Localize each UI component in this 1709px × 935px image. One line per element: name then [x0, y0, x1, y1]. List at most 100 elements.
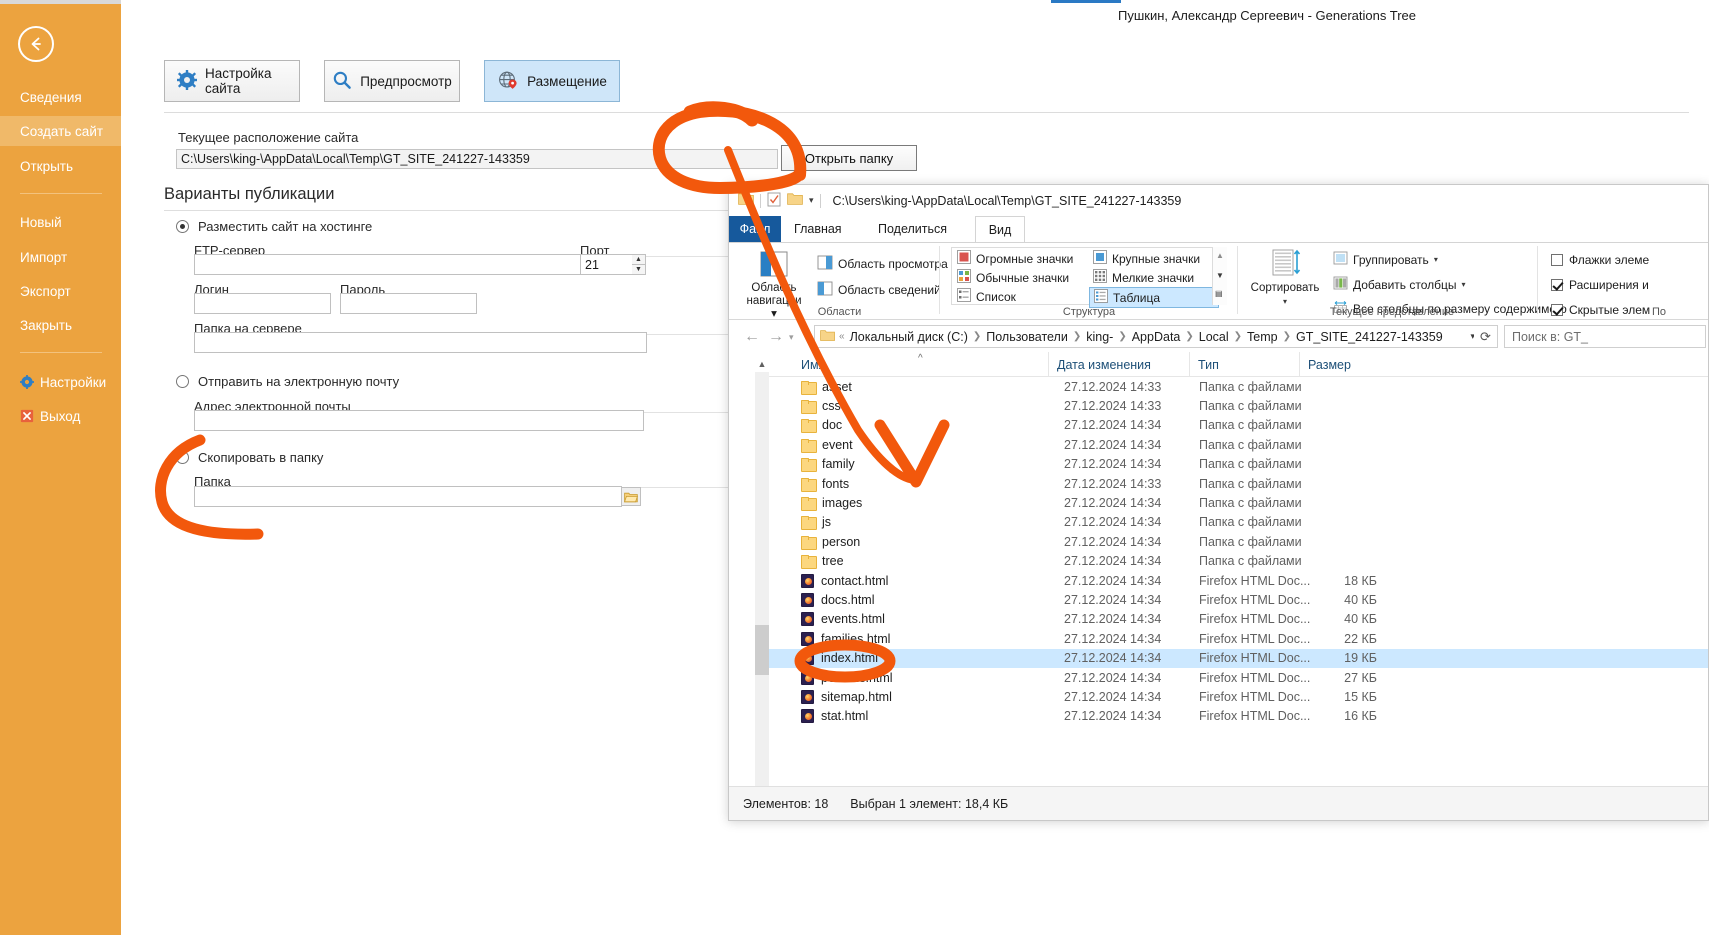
- breadcrumb-item-5[interactable]: Temp: [1243, 330, 1282, 344]
- table-row[interactable]: persons.html27.12.2024 14:34Firefox HTML…: [769, 668, 1709, 687]
- breadcrumb-chevron-icon[interactable]: ❯: [1233, 331, 1243, 342]
- sidebar-item-nastrojki[interactable]: Настройки: [0, 367, 121, 397]
- nav-scroll-up-icon[interactable]: ▲: [755, 355, 769, 372]
- check-item-checkboxes[interactable]: Флажки элеме: [1551, 253, 1649, 267]
- table-row[interactable]: images27.12.2024 14:34Папка с файлами: [769, 493, 1709, 512]
- table-row[interactable]: sitemap.html27.12.2024 14:34Firefox HTML…: [769, 687, 1709, 706]
- sidebar-item-sozdat-sajt[interactable]: Создать сайт: [0, 116, 121, 146]
- back-nav-icon[interactable]: ←: [744, 328, 760, 346]
- checkbox-checked-icon[interactable]: [1551, 279, 1563, 291]
- radio-host-on-hosting[interactable]: [176, 220, 189, 233]
- breadcrumb-item-2[interactable]: king-: [1082, 330, 1117, 344]
- password-input[interactable]: [340, 293, 477, 314]
- column-header-type[interactable]: Тип: [1189, 352, 1299, 377]
- new-folder-icon[interactable]: [787, 192, 803, 209]
- up-nav-icon[interactable]: ↑: [803, 328, 811, 346]
- table-row[interactable]: contact.html27.12.2024 14:34Firefox HTML…: [769, 571, 1709, 590]
- tab-predprosmotr[interactable]: Предпросмотр: [324, 60, 460, 102]
- table-row[interactable]: event27.12.2024 14:34Папка с файлами: [769, 435, 1709, 454]
- ribbon-tab-file[interactable]: Файл: [729, 216, 781, 242]
- group-by-button[interactable]: Группировать ▾: [1333, 251, 1438, 268]
- breadcrumb-item-1[interactable]: Пользователи: [982, 330, 1072, 344]
- table-row[interactable]: css27.12.2024 14:33Папка с файлами: [769, 396, 1709, 415]
- nav-scrollbar-track[interactable]: [755, 372, 769, 786]
- recent-locations-icon[interactable]: ▾: [789, 332, 794, 343]
- sidebar-item-novyj[interactable]: Новый: [0, 207, 121, 237]
- layout-large-icons[interactable]: Крупные значки: [1089, 249, 1219, 268]
- sidebar-item-vyhod[interactable]: Выход: [0, 401, 121, 431]
- table-row[interactable]: asset27.12.2024 14:33Папка с файлами: [769, 377, 1709, 396]
- breadcrumb-item-4[interactable]: Local: [1195, 330, 1233, 344]
- radio-send-to-email[interactable]: [176, 375, 189, 388]
- breadcrumb-item-0[interactable]: Локальный диск (C:): [846, 330, 972, 344]
- open-folder-button[interactable]: Открыть папку: [781, 145, 917, 171]
- breadcrumb-item-6[interactable]: GT_SITE_241227-143359: [1292, 330, 1447, 344]
- layout-medium-icons[interactable]: Обычные значки: [953, 268, 1087, 287]
- table-row[interactable]: js27.12.2024 14:34Папка с файлами: [769, 513, 1709, 532]
- group-by-dropdown-icon[interactable]: ▾: [1434, 255, 1438, 264]
- sidebar-item-svedeniya[interactable]: Сведения: [0, 82, 121, 112]
- column-header-name[interactable]: Имя ^: [793, 352, 1048, 377]
- breadcrumb-chevron-icon[interactable]: ❯: [1184, 331, 1194, 342]
- layout-details-table[interactable]: Таблица: [1089, 287, 1219, 308]
- breadcrumb-chevron-icon[interactable]: ❯: [1117, 331, 1127, 342]
- table-row[interactable]: tree27.12.2024 14:34Папка с файлами: [769, 552, 1709, 571]
- port-input[interactable]: [580, 254, 633, 275]
- table-row[interactable]: family27.12.2024 14:34Папка с файлами: [769, 455, 1709, 474]
- nav-scrollbar-thumb[interactable]: [755, 625, 769, 675]
- sidebar-item-zakryt[interactable]: Закрыть: [0, 310, 121, 340]
- layout-list[interactable]: Список: [953, 287, 1087, 306]
- table-row[interactable]: docs.html27.12.2024 14:34Firefox HTML Do…: [769, 590, 1709, 609]
- table-row[interactable]: doc27.12.2024 14:34Папка с файлами: [769, 416, 1709, 435]
- refresh-icon[interactable]: ⟳: [1474, 325, 1498, 348]
- table-row[interactable]: stat.html27.12.2024 14:34Firefox HTML Do…: [769, 707, 1709, 726]
- column-header-date[interactable]: Дата изменения: [1048, 352, 1189, 377]
- forward-nav-icon[interactable]: →: [768, 328, 784, 346]
- folder-input[interactable]: [194, 486, 622, 507]
- checkbox-unchecked-icon[interactable]: [1551, 254, 1563, 266]
- properties-icon[interactable]: [767, 192, 781, 210]
- layout-huge-icons[interactable]: Огромные значки: [953, 249, 1087, 268]
- add-columns-dropdown-icon[interactable]: ▾: [1462, 280, 1466, 289]
- login-input[interactable]: [194, 293, 331, 314]
- table-row[interactable]: person27.12.2024 14:34Папка с файлами: [769, 532, 1709, 551]
- back-arrow-icon[interactable]: [18, 26, 54, 62]
- current-location-input[interactable]: C:\Users\king-\AppData\Local\Temp\GT_SIT…: [176, 149, 778, 169]
- ribbon-tab-vid[interactable]: Вид: [975, 216, 1025, 242]
- tab-razmeshchenie[interactable]: Размещение: [484, 60, 620, 102]
- breadcrumb-overflow-icon[interactable]: «: [838, 331, 846, 342]
- table-row[interactable]: families.html27.12.2024 14:34Firefox HTM…: [769, 629, 1709, 648]
- breadcrumb-item-3[interactable]: AppData: [1128, 330, 1185, 344]
- server-folder-input[interactable]: [194, 332, 647, 353]
- browse-folder-icon[interactable]: [621, 487, 641, 506]
- radio-copy-to-folder[interactable]: [176, 451, 189, 464]
- gallery-scroll-up-icon[interactable]: ▲: [1216, 251, 1224, 260]
- breadcrumb[interactable]: « Локальный диск (C:) ❯ Пользователи ❯ k…: [814, 325, 1482, 348]
- ribbon-tab-podelitsya[interactable]: Поделиться: [865, 216, 960, 242]
- table-row[interactable]: events.html27.12.2024 14:34Firefox HTML …: [769, 610, 1709, 629]
- gallery-expand-icon[interactable]: ▤: [1215, 289, 1223, 298]
- port-spinner-down[interactable]: ▼: [632, 264, 646, 275]
- file-list[interactable]: asset27.12.2024 14:33Папка с файламиcss2…: [769, 377, 1709, 786]
- add-columns-button[interactable]: Добавить столбцы ▾: [1333, 276, 1466, 293]
- search-input[interactable]: Поиск в: GT_: [1504, 325, 1706, 348]
- ftp-server-input[interactable]: [194, 254, 646, 275]
- sidebar-item-import[interactable]: Импорт: [0, 242, 121, 272]
- table-row[interactable]: index.html27.12.2024 14:34Firefox HTML D…: [769, 649, 1709, 668]
- column-header-size[interactable]: Размер: [1299, 352, 1387, 377]
- email-input[interactable]: [194, 410, 644, 431]
- check-file-extensions[interactable]: Расширения и: [1551, 278, 1649, 292]
- tab-nastrojka-sajta[interactable]: Настройка сайта: [164, 60, 300, 102]
- details-pane-button[interactable]: Область сведений: [817, 281, 941, 299]
- breadcrumb-chevron-icon[interactable]: ❯: [972, 331, 982, 342]
- layout-gallery-scrollbar[interactable]: ▲ ▼ ▤: [1212, 247, 1227, 305]
- preview-pane-button[interactable]: Область просмотра: [817, 255, 948, 273]
- sort-button[interactable]: Сортировать ▾: [1249, 249, 1321, 308]
- sidebar-item-eksport[interactable]: Экспорт: [0, 276, 121, 306]
- table-row[interactable]: fonts27.12.2024 14:33Папка с файлами: [769, 474, 1709, 493]
- gallery-scroll-down-icon[interactable]: ▼: [1216, 271, 1224, 280]
- breadcrumb-chevron-icon[interactable]: ❯: [1282, 331, 1292, 342]
- ribbon-tab-glavnaya[interactable]: Главная: [781, 216, 855, 242]
- sidebar-item-otkryt[interactable]: Открыть: [0, 151, 121, 181]
- breadcrumb-chevron-icon[interactable]: ❯: [1072, 331, 1082, 342]
